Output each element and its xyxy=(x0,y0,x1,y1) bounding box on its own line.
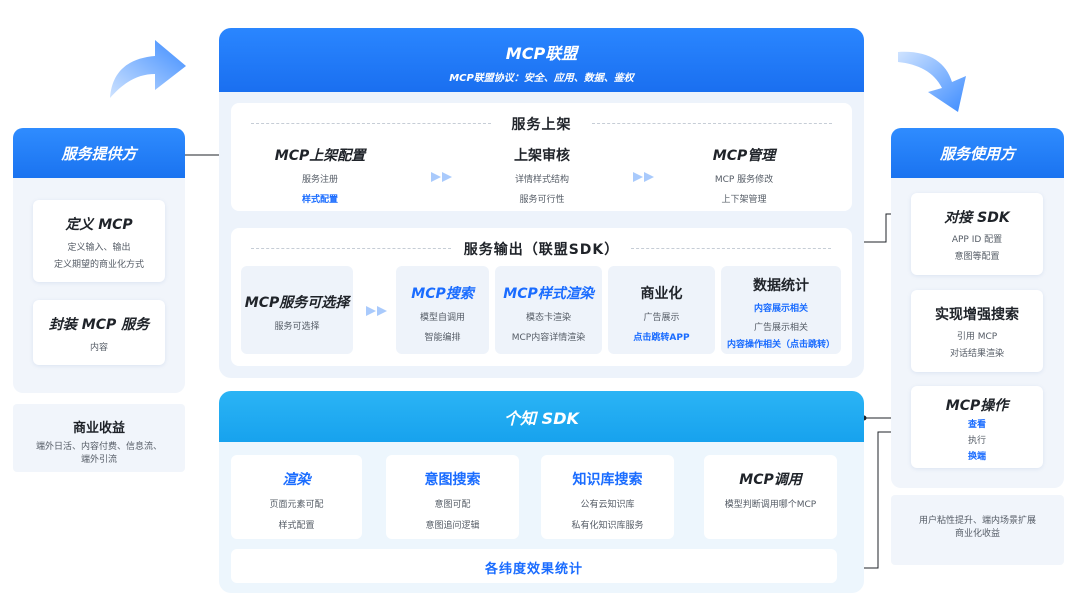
card-title: 封装 MCP 服务 xyxy=(48,317,150,333)
output-card-title: MCP样式渲染 xyxy=(503,286,594,302)
step-line: 服务注册 xyxy=(301,175,338,185)
bcard-line: 模型判断调用哪个MCP xyxy=(724,500,817,510)
user-title: 服务使用方 xyxy=(891,128,1064,178)
output-card-commercial: 商业化 广告展示 点击跳转APP xyxy=(608,266,715,354)
card-line: 定义期望的商业化方式 xyxy=(53,260,144,270)
listing-step: 上架审核 详情样式结构 服务可行性 xyxy=(467,145,617,205)
revenue-line: 端外引流 xyxy=(80,455,117,465)
listing-section: 服务上架 MCP上架配置 服务注册 样式配置 上架审核 详情样式结构 服务可行性… xyxy=(231,103,852,211)
revenue-line: 端外日活、内容付费、信息流、 xyxy=(35,442,162,452)
step-line: 服务可行性 xyxy=(519,195,565,205)
output-card-line: 模型自调用 xyxy=(419,313,465,323)
step-title: MCP上架配置 xyxy=(274,148,366,164)
op-switch-link[interactable]: 换端 xyxy=(911,452,1043,463)
output-section: 服务输出（联盟SDK） MCP服务可选择 服务可选择 MCP搜索 模型自调用 智… xyxy=(231,228,852,366)
bcard-line: 意图追问逻辑 xyxy=(425,521,480,531)
card-line: APP ID 配置 xyxy=(951,235,1003,245)
card-line: 内容 xyxy=(89,343,108,353)
card-line: 意图等配置 xyxy=(954,252,1000,262)
card-line: 定义输入、输出 xyxy=(67,243,131,253)
output-card-line: 服务可选择 xyxy=(274,322,320,332)
output-card-line-highlight: 内容操作相关（点击跳转） xyxy=(726,340,835,350)
user-panel: 服务使用方 对接 SDK APP ID 配置 意图等配置 实现增强搜索 引用 M… xyxy=(891,128,1064,488)
package-mcp-card: 封装 MCP 服务 内容 xyxy=(33,300,165,365)
output-card-search: MCP搜索 模型自调用 智能编排 xyxy=(396,266,489,354)
revenue-title: 商业收益 xyxy=(72,421,125,436)
output-card-line: MCP内容详情渲染 xyxy=(511,333,586,343)
output-card-render: MCP样式渲染 模态卡渲染 MCP内容详情渲染 xyxy=(495,266,602,354)
output-title: 服务输出（联盟SDK） xyxy=(463,242,620,258)
stats-label: 各纬度效果统计 xyxy=(484,562,583,577)
revenue-box: 商业收益 端外日活、内容付费、信息流、 端外引流 xyxy=(13,404,185,472)
card-title: 实现增强搜索 xyxy=(935,307,1019,323)
alliance-header: MCP联盟 MCP联盟协议：安全、应用、数据、鉴权 xyxy=(219,28,864,92)
bcard-title: MCP调用 xyxy=(739,472,802,488)
stats-bar: 各纬度效果统计 xyxy=(231,549,837,583)
provider-title: 服务提供方 xyxy=(13,128,185,178)
output-card-line: 智能编排 xyxy=(424,333,461,343)
output-card-title: 数据统计 xyxy=(753,278,809,294)
render-card: 渲染 页面元素可配 样式配置 xyxy=(231,455,362,539)
double-chevron-icon xyxy=(633,172,654,182)
output-card-title: MCP搜索 xyxy=(411,286,474,302)
alliance-subtitle: MCP联盟协议：安全、应用、数据、鉴权 xyxy=(449,73,634,84)
mcp-operation-card: MCP操作 查看 执行 换端 xyxy=(911,386,1043,468)
output-card-selectable: MCP服务可选择 服务可选择 xyxy=(241,266,353,354)
bcard-title: 知识库搜索 xyxy=(572,472,643,488)
card-title: 定义 MCP xyxy=(65,217,133,233)
gezhi-title: 个知 SDK xyxy=(219,391,864,442)
bcard-line: 意图可配 xyxy=(434,500,471,510)
output-card-line: 模态卡渲染 xyxy=(525,313,571,323)
step-title: 上架审核 xyxy=(514,148,570,164)
listing-step: MCP上架配置 服务注册 样式配置 xyxy=(245,145,395,205)
enhanced-search-card: 实现增强搜索 引用 MCP 对话结果渲染 xyxy=(911,290,1043,372)
gezhi-sdk-panel: 个知 SDK 渲染 页面元素可配 样式配置 意图搜索 意图可配 意图追问逻辑 知… xyxy=(219,391,864,593)
bcard-title: 意图搜索 xyxy=(424,472,481,488)
output-card-line: 广告展示 xyxy=(643,313,680,323)
bcard-line: 页面元素可配 xyxy=(269,500,324,510)
card-line: 引用 MCP xyxy=(956,332,998,342)
output-card-stats: 数据统计 内容展示相关 广告展示相关 内容操作相关（点击跳转） xyxy=(721,266,841,354)
listing-title: 服务上架 xyxy=(511,117,572,133)
output-card-line: 广告展示相关 xyxy=(753,323,808,333)
user-note-line: 用户粘性提升、端内场景扩展 xyxy=(918,516,1036,526)
mcp-alliance-panel: MCP联盟 MCP联盟协议：安全、应用、数据、鉴权 服务上架 MCP上架配置 服… xyxy=(219,28,864,378)
output-card-line-highlight: 点击跳转APP xyxy=(633,333,690,343)
bcard-title: 渲染 xyxy=(282,472,311,488)
bcard-line: 公有云知识库 xyxy=(580,500,635,510)
sdk-integration-card: 对接 SDK APP ID 配置 意图等配置 xyxy=(911,193,1043,275)
card-title: 对接 SDK xyxy=(944,210,1010,226)
output-card-line-highlight: 内容展示相关 xyxy=(753,304,808,314)
mcp-call-card: MCP调用 模型判断调用哪个MCP xyxy=(704,455,837,539)
op-view-link[interactable]: 查看 xyxy=(911,420,1043,431)
knowledge-search-card: 知识库搜索 公有云知识库 私有化知识库服务 xyxy=(541,455,674,539)
card-line: 对话结果渲染 xyxy=(949,349,1004,359)
op-execute: 执行 xyxy=(967,436,986,446)
provider-panel: 服务提供方 定义 MCP 定义输入、输出 定义期望的商业化方式 封装 MCP 服… xyxy=(13,128,185,393)
intent-search-card: 意图搜索 意图可配 意图追问逻辑 xyxy=(386,455,519,539)
listing-step: MCP管理 MCP 服务修改 上下架管理 xyxy=(669,145,819,205)
step-line: 上下架管理 xyxy=(721,195,767,205)
card-title: MCP操作 xyxy=(945,398,1009,414)
alliance-title: MCP联盟 xyxy=(505,44,578,63)
user-note-box: 用户粘性提升、端内场景扩展 商业化收益 xyxy=(891,495,1064,565)
user-note-line: 商业化收益 xyxy=(954,529,1000,539)
step-line-highlight: 样式配置 xyxy=(301,195,338,205)
output-card-title: MCP服务可选择 xyxy=(244,295,350,311)
bcard-line: 样式配置 xyxy=(278,521,315,531)
define-mcp-card: 定义 MCP 定义输入、输出 定义期望的商业化方式 xyxy=(33,200,165,282)
double-chevron-icon xyxy=(431,172,452,182)
bcard-line: 私有化知识库服务 xyxy=(571,521,644,531)
step-line: 详情样式结构 xyxy=(514,175,569,185)
double-chevron-icon xyxy=(366,306,387,316)
output-card-title: 商业化 xyxy=(640,286,683,302)
step-line: MCP 服务修改 xyxy=(714,175,774,185)
step-title: MCP管理 xyxy=(712,148,776,164)
